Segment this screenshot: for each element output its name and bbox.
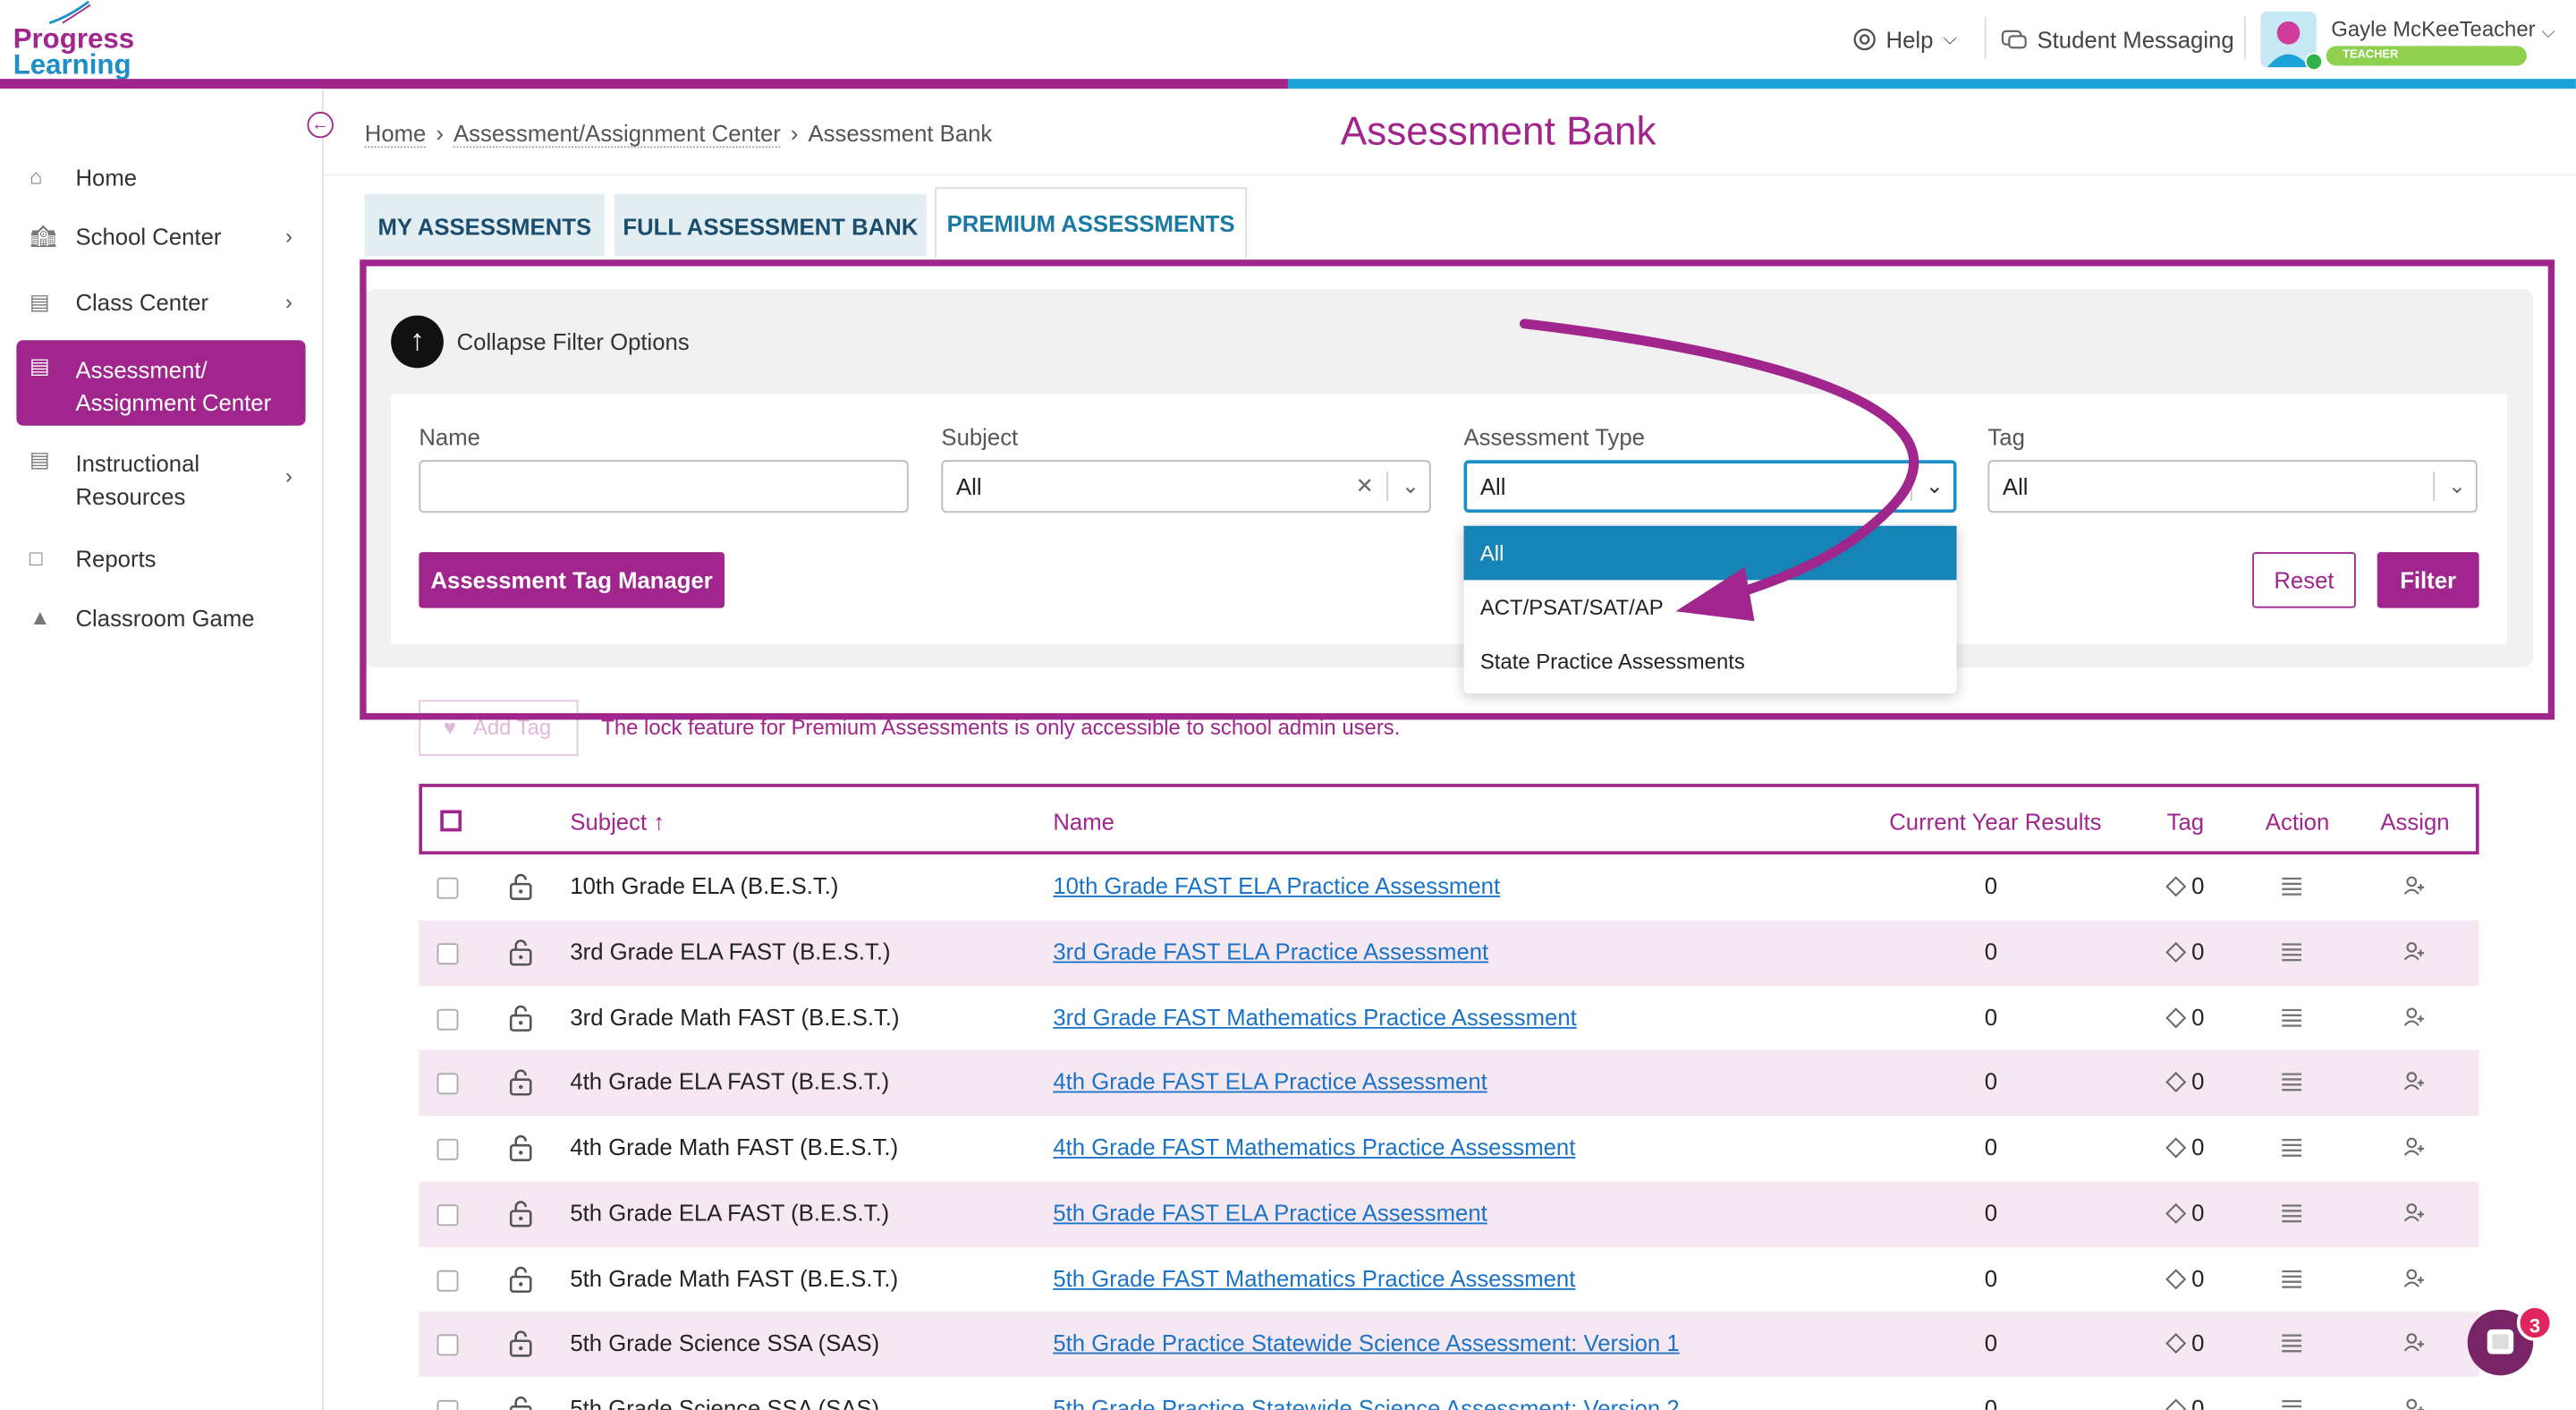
notification-badge: 3 — [2516, 1304, 2554, 1341]
annotation-arrow-icon — [1519, 319, 1919, 622]
app-root: Progress Learning Help ⌵ Student Messagi… — [0, 0, 2576, 1410]
